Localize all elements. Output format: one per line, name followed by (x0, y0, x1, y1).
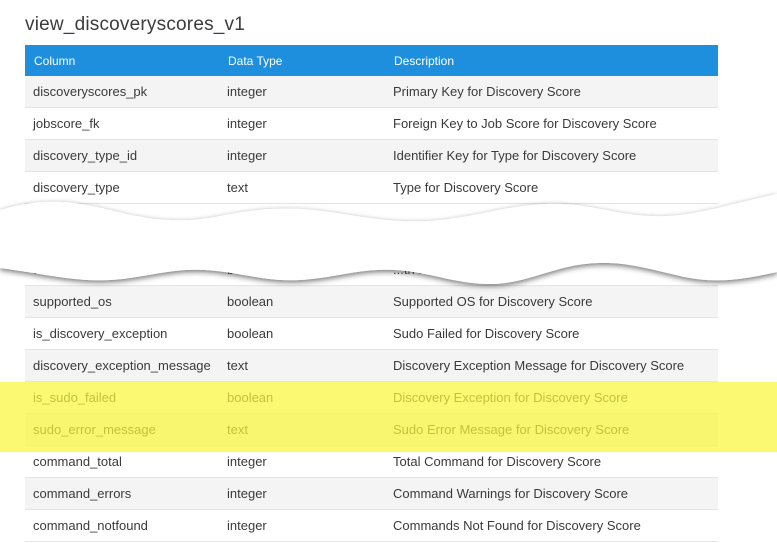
cell-type: integer (219, 107, 385, 140)
cell-description: Total Command for Discovery Score (385, 445, 718, 478)
cell-column: is_sudo_failed (25, 381, 219, 414)
table-row: is_discovery_exception boolean Sudo Fail… (25, 317, 718, 350)
header-data-type: Data Type (219, 45, 385, 76)
table-row: discovery_exception_message text Discove… (25, 349, 718, 382)
cell-type: text (219, 171, 385, 204)
cell-description: Commands Not Found for Discovery Score (385, 509, 718, 542)
table-row-partial: authoriz boolean ...th for Disc (25, 254, 718, 286)
table-row: command_total integer Total Command for … (25, 445, 718, 478)
table-row: supported_os boolean Supported OS for Di… (25, 285, 718, 318)
table-row: sudo_error_message text Sudo Error Messa… (25, 413, 718, 446)
cell-description: Sudo Error Message for Discovery Score (385, 413, 718, 446)
cell-column: command_errors (25, 477, 219, 510)
header-column: Column (25, 45, 219, 76)
cell-type: boolean (219, 381, 385, 414)
cell-type: integer (219, 477, 385, 510)
cell-column: discovery_exception_message (25, 349, 219, 382)
cell-column: discovery_type_id (25, 139, 219, 172)
cell-description: Discovery Exception Message for Discover… (385, 349, 718, 382)
cell-column: discoveryscores_pk (25, 76, 219, 108)
cell-type: integer (219, 509, 385, 542)
table-row: jobscore_fk integer Foreign Key to Job S… (25, 107, 718, 140)
cell-column: sudo_error_message (25, 413, 219, 446)
cell-description: Foreign Key to Job Score for Discovery S… (385, 107, 718, 140)
table-row: command_errors integer Command Warnings … (25, 477, 718, 510)
cell-column: supported_os (25, 285, 219, 318)
cell-type: boolean (219, 317, 385, 350)
page-title: view_discoveryscores_v1 (25, 14, 246, 35)
cell-description: Type for Discovery Score (385, 171, 718, 204)
cell-description: ...th for Disc (385, 254, 718, 286)
cell-column: command_notfound (25, 509, 219, 542)
cell-type: text (219, 413, 385, 446)
header-description: Description (385, 45, 718, 76)
schema-table-top: Column Data Type Description discoverysc… (25, 45, 718, 204)
cell-column: command_total (25, 445, 219, 478)
cell-type: boolean (219, 285, 385, 318)
cell-description: Identifier Key for Type for Discovery Sc… (385, 139, 718, 172)
cell-description: Discovery Exception for Discovery Score (385, 381, 718, 414)
cell-type: integer (219, 139, 385, 172)
schema-table-bottom: authoriz boolean ...th for Disc supporte… (25, 254, 718, 542)
page: view_discoveryscores_v1 Column Data Type… (0, 0, 777, 543)
cell-column: discovery_type (25, 171, 219, 204)
cell-type: boolean (219, 254, 385, 286)
table-row: discoveryscores_pk integer Primary Key f… (25, 76, 718, 108)
cell-type: integer (219, 445, 385, 478)
table-row: command_notfound integer Commands Not Fo… (25, 509, 718, 542)
cell-description: Primary Key for Discovery Score (385, 76, 718, 108)
table-row: discovery_type_id integer Identifier Key… (25, 139, 718, 172)
table-row: discovery_type text Type for Discovery S… (25, 171, 718, 204)
cell-column: authoriz (25, 254, 219, 286)
cell-column: jobscore_fk (25, 107, 219, 140)
table-header-row: Column Data Type Description (25, 45, 718, 76)
table-row: is_sudo_failed boolean Discovery Excepti… (25, 381, 718, 414)
cell-description: Command Warnings for Discovery Score (385, 477, 718, 510)
cell-column: is_discovery_exception (25, 317, 219, 350)
cell-description: Sudo Failed for Discovery Score (385, 317, 718, 350)
cell-type: integer (219, 76, 385, 108)
cell-type: text (219, 349, 385, 382)
cell-description: Supported OS for Discovery Score (385, 285, 718, 318)
